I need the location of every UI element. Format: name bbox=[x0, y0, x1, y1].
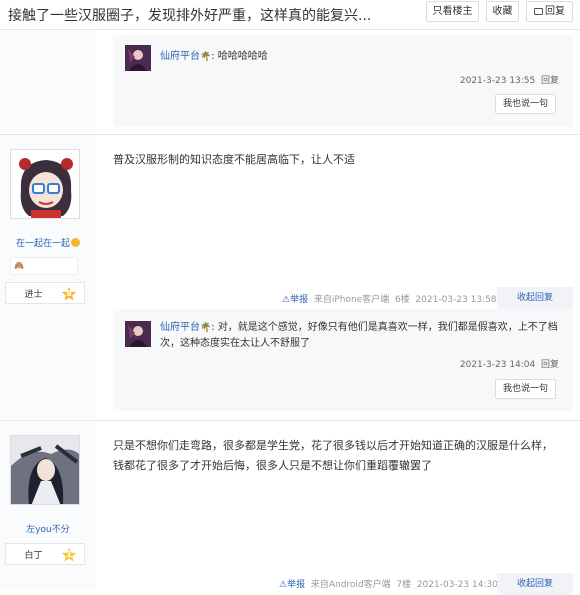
reply-button[interactable]: 回复 bbox=[526, 1, 573, 22]
post-floor-6: 在一起在一起 🙈 进士 8 普及汉服形制的知识态度不能居高临下，让人不适 ⚠举报… bbox=[0, 134, 580, 419]
warning-icon: ⚠ bbox=[282, 295, 291, 305]
palm-icon: 🌴 bbox=[200, 323, 212, 333]
level-badge[interactable]: 白丁 1 bbox=[5, 543, 85, 565]
sub-reply-reply-link[interactable]: 回复 bbox=[541, 76, 559, 86]
sub-reply-text: 仙府平台🌴: 哈哈哈哈哈 bbox=[160, 51, 268, 62]
client-source: 来自Android客户端 bbox=[310, 580, 391, 590]
sub-reply-text: 仙府平台🌴: 对，就是这个感觉，好像只有他们是真喜欢一样，我们都是假喜欢，上不了… bbox=[160, 322, 558, 349]
user-badge: 🙈 bbox=[10, 257, 78, 275]
reply-button-label: 回复 bbox=[545, 6, 565, 17]
level-number: 8 bbox=[66, 289, 72, 298]
username[interactable]: 左you不分 bbox=[0, 522, 96, 535]
sub-reply-block: 仙府平台🌴: 对，就是这个感觉，好像只有他们是真喜欢一样，我们都是假喜欢，上不了… bbox=[113, 309, 573, 411]
floor-number: 7楼 bbox=[396, 580, 412, 590]
sub-reply-block: 仙府平台🌴: 哈哈哈哈哈 2021-3-23 13:55 回复 我也说一句 bbox=[113, 35, 573, 127]
warning-icon: ⚠ bbox=[279, 580, 288, 590]
post-left-column: 左you不分 白丁 1 bbox=[0, 421, 96, 590]
collapse-reply-button[interactable]: 收起回复 bbox=[497, 287, 573, 309]
only-lz-button[interactable]: 只看楼主 bbox=[426, 1, 479, 22]
report-link[interactable]: ⚠举报 bbox=[282, 295, 308, 305]
avatar[interactable] bbox=[10, 149, 80, 219]
palm-icon: 🌴 bbox=[200, 52, 212, 62]
sub-reply-user[interactable]: 仙府平台 bbox=[160, 51, 200, 62]
sub-reply-content: 哈哈哈哈哈 bbox=[217, 51, 268, 62]
post-meta: ⚠举报 来自Android客户端 7楼 2021-03-23 14:30 bbox=[279, 577, 498, 590]
post-content: 只是不想你们走弯路，很多都是学生党，花了很多钱以后才开始知道正确的汉服是什么样，… bbox=[113, 439, 553, 472]
level-name: 进士 bbox=[24, 290, 43, 300]
sub-reply-meta: 2021-3-23 14:04 回复 bbox=[460, 357, 559, 370]
level-name: 白丁 bbox=[24, 551, 43, 561]
favorite-button[interactable]: 收藏 bbox=[486, 1, 519, 22]
post-meta: ⚠举报 来自iPhone客户端 6楼 2021-03-23 13:58 bbox=[282, 292, 497, 305]
sub-reply-time: 2021-3-23 13:55 bbox=[459, 76, 536, 86]
say-something-button[interactable]: 我也说一句 bbox=[495, 94, 556, 114]
smiley-icon bbox=[71, 238, 80, 247]
username-text: 在一起在一起 bbox=[15, 239, 70, 249]
thread-header: 接触了一些汉服圈子，发现排外好严重，这样真的能复兴... 只看楼主 收藏 回复 bbox=[0, 0, 580, 30]
username[interactable]: 在一起在一起 bbox=[0, 236, 96, 249]
comment-icon bbox=[534, 8, 543, 15]
sub-reply-content: 对，就是这个感觉，好像只有他们是真喜欢一样，我们都是假喜欢，上不了档次，这种态度… bbox=[160, 322, 558, 349]
client-source: 来自iPhone客户端 bbox=[313, 295, 390, 305]
post-left-column: 在一起在一起 🙈 进士 8 bbox=[0, 135, 96, 419]
avatar[interactable] bbox=[125, 321, 151, 347]
say-something-button[interactable]: 我也说一句 bbox=[495, 379, 556, 399]
report-link[interactable]: ⚠举报 bbox=[279, 580, 305, 590]
post-content: 普及汉服形制的知识态度不能居高临下，让人不适 bbox=[113, 153, 355, 166]
sub-reply-reply-link[interactable]: 回复 bbox=[541, 360, 559, 370]
post-left-column bbox=[0, 30, 96, 133]
post-time: 2021-03-23 14:30 bbox=[416, 580, 498, 590]
sub-reply-user[interactable]: 仙府平台 bbox=[160, 322, 200, 333]
sub-reply-meta: 2021-3-23 13:55 回复 bbox=[460, 73, 559, 86]
level-badge[interactable]: 进士 8 bbox=[5, 282, 85, 304]
thread-title: 接触了一些汉服圈子，发现排外好严重，这样真的能复兴... bbox=[8, 8, 372, 24]
monkey-icon: 🙈 bbox=[14, 261, 24, 270]
level-star-icon: 8 bbox=[61, 286, 77, 302]
sub-reply-time: 2021-3-23 14:04 bbox=[459, 360, 536, 370]
post-floor-7: 左you不分 白丁 1 只是不想你们走弯路，很多都是学生党，花了很多钱以后才开始… bbox=[0, 420, 580, 595]
level-number: 1 bbox=[66, 550, 72, 559]
collapse-reply-button[interactable]: 收起回复 bbox=[497, 573, 573, 595]
post-time: 2021-03-23 13:58 bbox=[415, 295, 497, 305]
level-star-icon: 1 bbox=[61, 547, 77, 563]
post-floor-5: 仙府平台🌴: 哈哈哈哈哈 2021-3-23 13:55 回复 我也说一句 bbox=[0, 30, 580, 133]
avatar[interactable] bbox=[125, 45, 151, 71]
floor-number: 6楼 bbox=[394, 295, 410, 305]
avatar[interactable] bbox=[10, 435, 80, 505]
